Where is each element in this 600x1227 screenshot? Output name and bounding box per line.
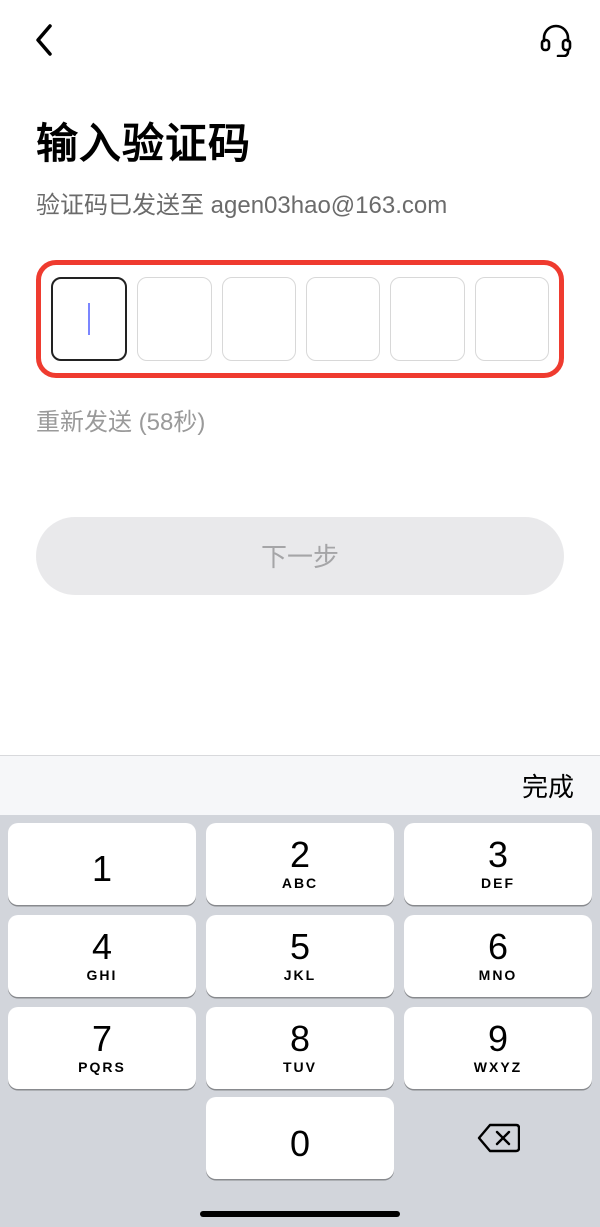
code-digit-3[interactable] [222, 277, 296, 361]
code-digit-1[interactable] [51, 277, 127, 361]
code-digit-4[interactable] [306, 277, 380, 361]
key-letters: MNO [479, 967, 518, 983]
key-letters: PQRS [78, 1059, 126, 1075]
text-caret [88, 303, 90, 335]
content-area: 输入验证码 验证码已发送至 agen03hao@163.com 重新发送 (58… [0, 80, 600, 755]
key-number: 0 [290, 1126, 310, 1162]
keyboard-spacer [8, 1097, 196, 1179]
code-digit-5[interactable] [390, 277, 464, 361]
resend-label: 重新发送 (58秒) [36, 402, 564, 437]
next-button[interactable]: 下一步 [36, 517, 564, 595]
key-letters: TUV [283, 1059, 317, 1075]
support-button[interactable] [536, 20, 576, 60]
key-number: 5 [290, 929, 310, 965]
key-8[interactable]: 8 TUV [206, 1007, 394, 1089]
key-number: 7 [92, 1021, 112, 1057]
keyboard-toolbar: 完成 [0, 755, 600, 815]
back-button[interactable] [24, 20, 64, 60]
key-number: 4 [92, 929, 112, 965]
key-4[interactable]: 4 GHI [8, 915, 196, 997]
headset-icon [539, 23, 573, 57]
keyboard-grid: 1 2 ABC 3 DEF 4 GHI 5 JKL 6 MNO 7 PQRS 8 [0, 815, 600, 1097]
numeric-keyboard: 完成 1 2 ABC 3 DEF 4 GHI 5 JKL 6 MNO 7 PQR… [0, 755, 600, 1227]
key-7[interactable]: 7 PQRS [8, 1007, 196, 1089]
key-number: 9 [488, 1021, 508, 1057]
next-button-label: 下一步 [261, 537, 339, 574]
key-letters: GHI [87, 967, 118, 983]
key-9[interactable]: 9 WXYZ [404, 1007, 592, 1089]
page-subtitle: 验证码已发送至 agen03hao@163.com [36, 185, 564, 220]
keyboard-done-button[interactable]: 完成 [522, 767, 574, 804]
key-letters: WXYZ [474, 1059, 522, 1075]
key-number: 8 [290, 1021, 310, 1057]
backspace-icon [476, 1122, 520, 1154]
key-number: 1 [92, 851, 112, 887]
code-input-group [36, 260, 564, 378]
home-indicator-area [0, 1187, 600, 1227]
key-1[interactable]: 1 [8, 823, 196, 905]
page-title: 输入验证码 [36, 110, 564, 171]
key-5[interactable]: 5 JKL [206, 915, 394, 997]
key-letters: JKL [284, 967, 316, 983]
header [0, 0, 600, 80]
key-0[interactable]: 0 [206, 1097, 394, 1179]
keyboard-bottom-row: 0 [0, 1097, 600, 1187]
key-letters: DEF [481, 875, 515, 891]
home-indicator [200, 1211, 400, 1217]
code-digit-6[interactable] [475, 277, 549, 361]
key-number: 2 [290, 837, 310, 873]
key-number: 6 [488, 929, 508, 965]
key-2[interactable]: 2 ABC [206, 823, 394, 905]
chevron-left-icon [34, 24, 54, 56]
key-number: 3 [488, 837, 508, 873]
key-3[interactable]: 3 DEF [404, 823, 592, 905]
key-letters: ABC [282, 875, 318, 891]
key-backspace[interactable] [404, 1097, 592, 1179]
code-digit-2[interactable] [137, 277, 211, 361]
key-6[interactable]: 6 MNO [404, 915, 592, 997]
